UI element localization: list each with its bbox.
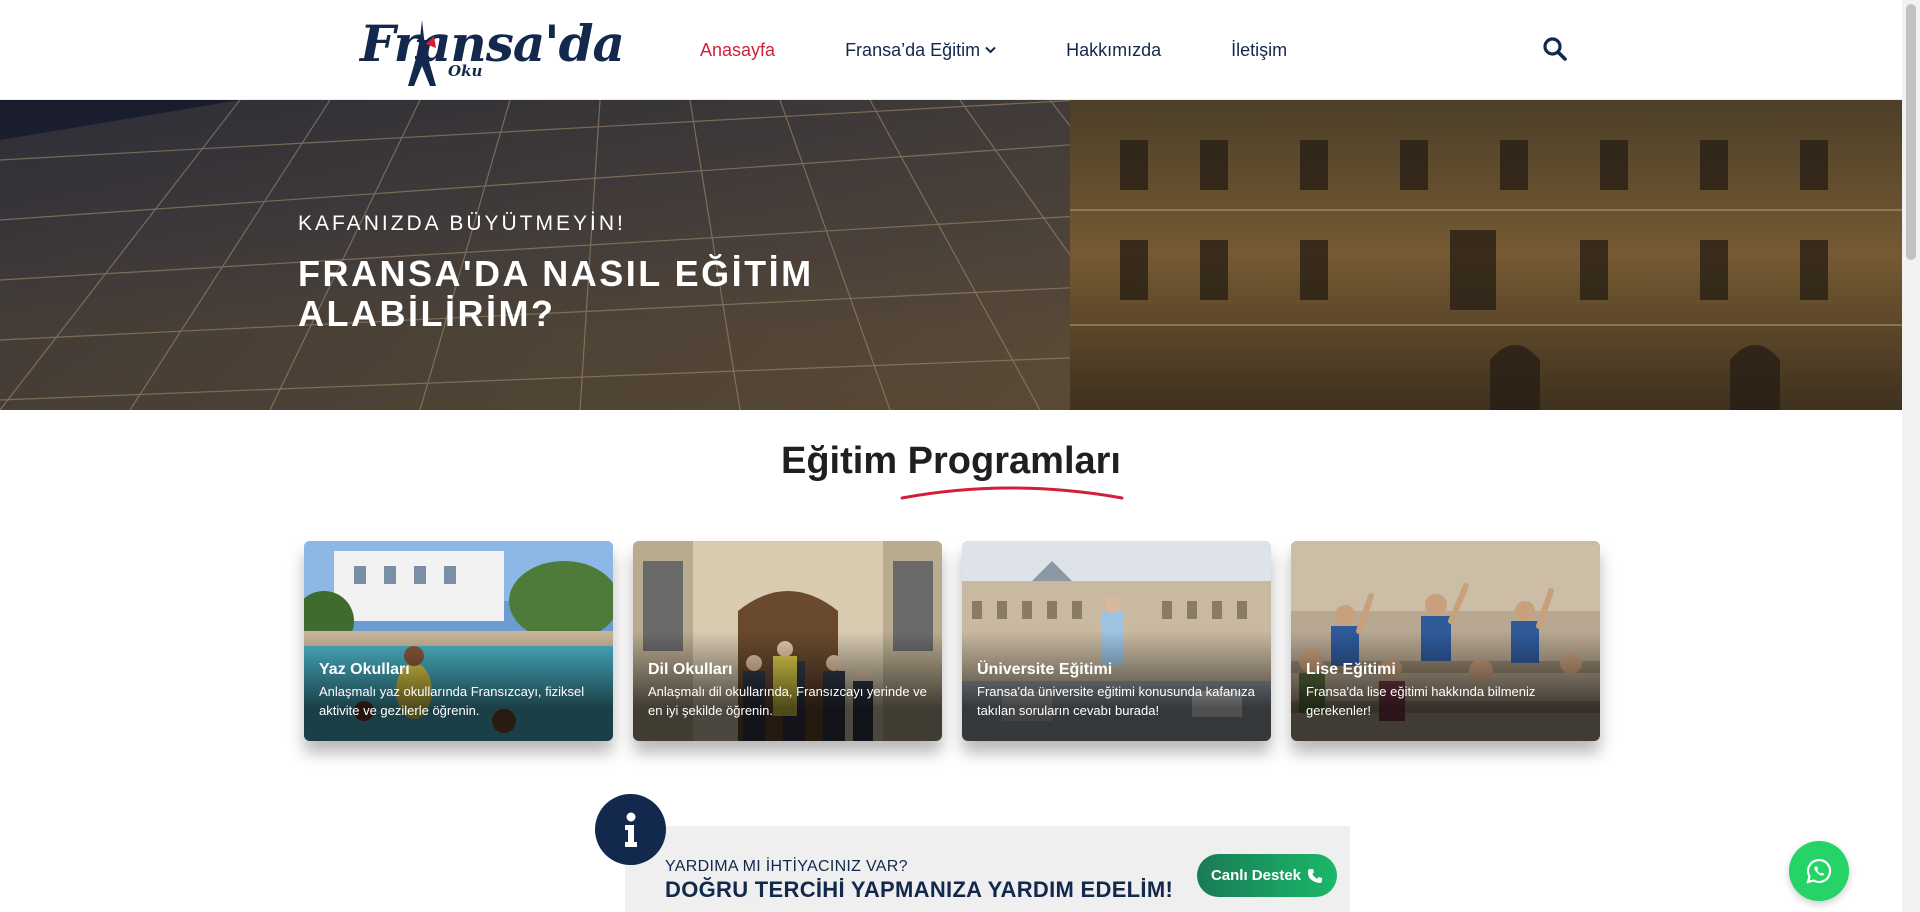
- live-support-button[interactable]: Canlı Destek: [1197, 854, 1337, 897]
- card-title: Dil Okulları: [648, 661, 733, 678]
- card-title: Üniversite Eğitimi: [977, 661, 1113, 678]
- phone-icon: [1308, 868, 1323, 883]
- help-subtitle: YARDIMA MI İHTİYACINIZ VAR?: [665, 858, 908, 875]
- nav-label: Hakkımızda: [1066, 39, 1162, 60]
- search-icon: [1543, 37, 1567, 61]
- eiffel-tower-icon: [408, 20, 436, 86]
- logo-subtext: Oku: [448, 62, 483, 80]
- live-support-label: Canlı Destek: [1210, 867, 1302, 884]
- card-description: Fransa'da lise eğitimi hakkında bilmeniz…: [1306, 684, 1536, 718]
- card-description: Fransa'da üniversite eğitimi konusunda k…: [977, 684, 1255, 718]
- nav-item-anasayfa[interactable]: Anasayfa: [700, 40, 775, 61]
- logo-text: Fransa'da: [360, 14, 625, 73]
- nav-item-fransada-egitim[interactable]: Fransa’da Eğitim: [845, 40, 996, 61]
- hero-kicker: KAFANIZDA BÜYÜTMEYİN!: [298, 212, 626, 235]
- card-lise-egitimi[interactable]: Lise Eğitimi Fransa'da lise eğitimi hakk…: [1291, 541, 1600, 741]
- help-title: DOĞRU TERCİHİ YAPMANIZA YARDIM EDELİM!: [665, 877, 1174, 902]
- info-icon: [624, 812, 637, 847]
- main-nav: Anasayfa Fransa’da Eğitim Hakkımızda İle…: [700, 0, 1357, 100]
- card-description: Anlaşmalı dil okullarında, Fransızcayı y…: [648, 684, 927, 718]
- whatsapp-button[interactable]: [1789, 841, 1849, 901]
- nav-label: Anasayfa: [700, 39, 776, 60]
- hero-banner: KAFANIZDA BÜYÜTMEYİN! FRANSA'DA NASIL EĞ…: [0, 100, 1902, 410]
- site-header: Fransa'da Oku Anasayfa Fransa’da Eğitim …: [0, 0, 1902, 100]
- title-underline-decoration: [900, 486, 1124, 500]
- section-title: Eğitim Programları: [0, 440, 1902, 500]
- nav-label: Fransa’da Eğitim: [845, 39, 981, 60]
- hero-text: KAFANIZDA BÜYÜTMEYİN! FRANSA'DA NASIL EĞ…: [298, 212, 858, 334]
- section-title-text: Eğitim Programları: [781, 440, 1121, 482]
- whatsapp-icon: [1806, 858, 1832, 884]
- hero-background-image: [0, 100, 1902, 410]
- site-logo[interactable]: Fransa'da Oku: [360, 14, 625, 86]
- card-dil-okullari[interactable]: Dil Okulları Anlaşmalı dil okullarında, …: [633, 541, 942, 741]
- scrollbar-thumb[interactable]: [1906, 4, 1916, 260]
- card-description: Anlaşmalı yaz okullarında Fransızcayı, f…: [319, 684, 585, 718]
- info-badge: [595, 794, 666, 865]
- chevron-down-icon: [985, 46, 996, 54]
- card-title: Lise Eğitimi: [1306, 661, 1396, 678]
- page-scrollbar[interactable]: [1902, 0, 1920, 912]
- program-cards: Yaz Okulları Anlaşmalı yaz okullarında F…: [304, 541, 1620, 741]
- nav-item-iletisim[interactable]: İletişim: [1231, 40, 1287, 61]
- nav-item-hakkimizda[interactable]: Hakkımızda: [1066, 40, 1161, 61]
- card-yaz-okullari[interactable]: Yaz Okulları Anlaşmalı yaz okullarında F…: [304, 541, 613, 741]
- hero-title: FRANSA'DA NASIL EĞİTİM ALABİLİRİM?: [298, 253, 814, 334]
- card-universite-egitimi[interactable]: Üniversite Eğitimi Fransa'da üniversite …: [962, 541, 1271, 741]
- search-button[interactable]: [1542, 36, 1570, 64]
- card-title: Yaz Okulları: [319, 661, 410, 678]
- nav-label: İletişim: [1231, 39, 1288, 60]
